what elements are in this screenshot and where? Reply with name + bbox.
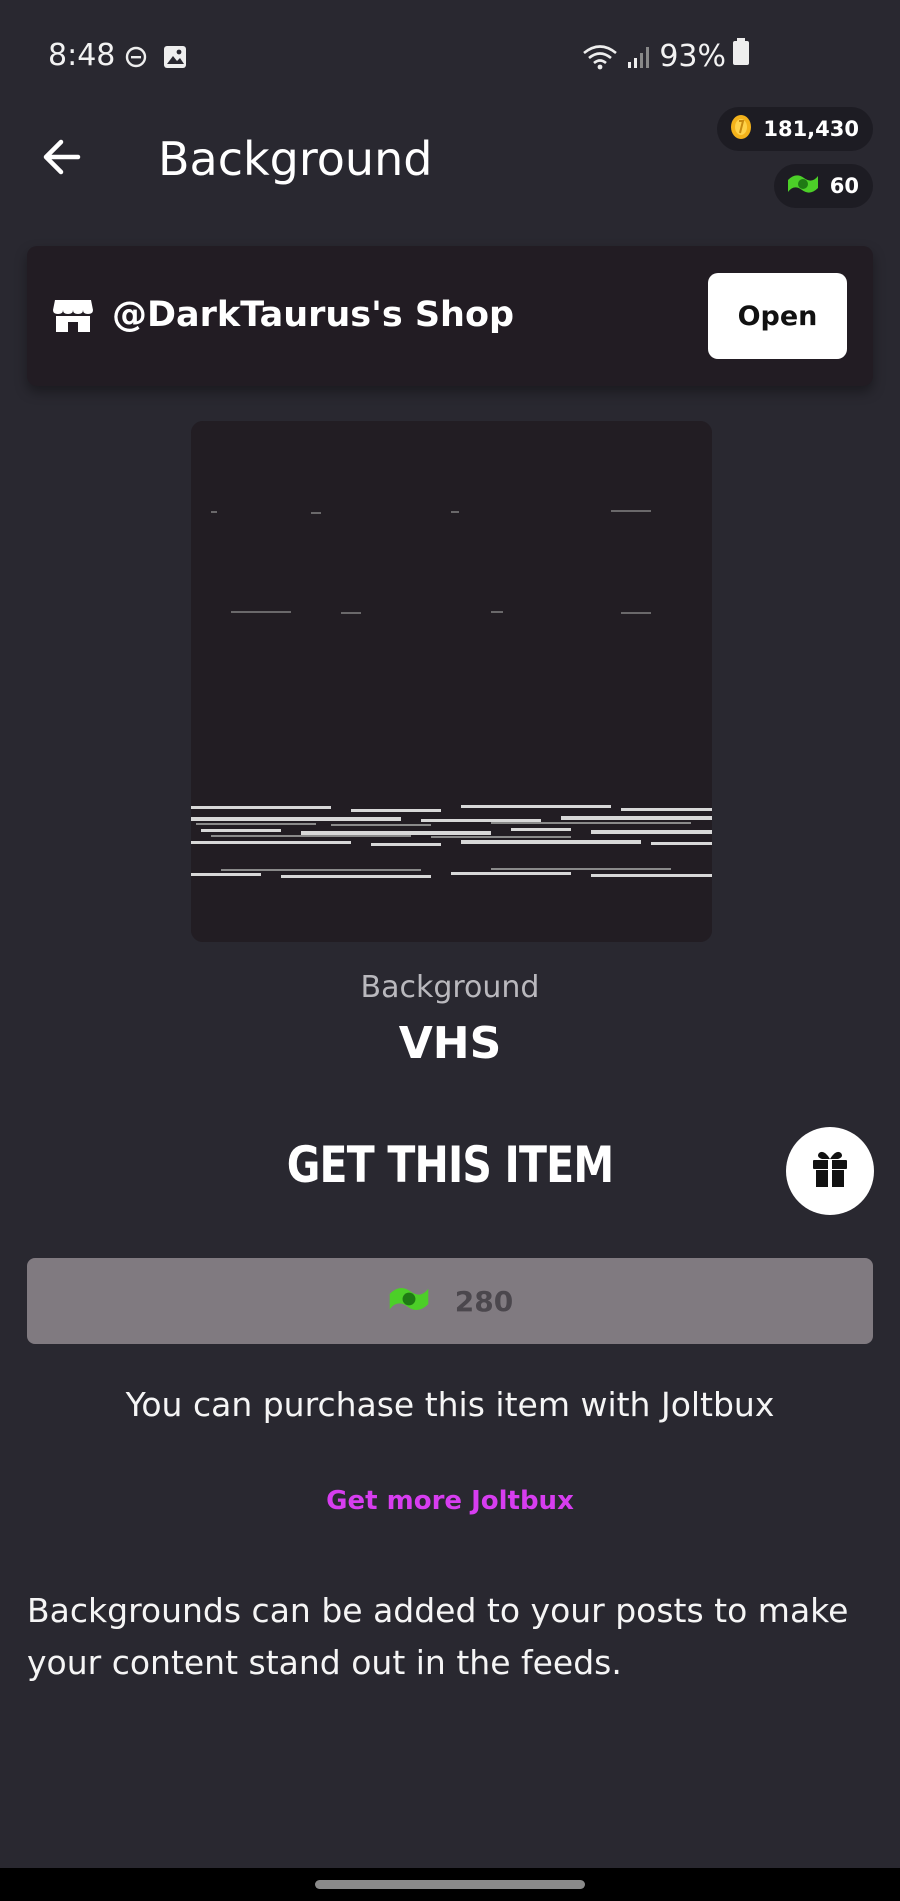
signal-icon — [626, 44, 654, 74]
get-item-heading: GET THIS ITEM — [286, 1136, 614, 1194]
battery-percent: 93% — [659, 38, 726, 74]
wifi-icon — [582, 44, 618, 74]
item-description: Backgrounds can be added to your posts t… — [27, 1591, 849, 1682]
shop-name: @DarkTaurus's Shop — [112, 295, 515, 335]
do-not-disturb-icon — [124, 45, 148, 73]
status-left-icons — [124, 44, 188, 74]
vhs-noise-image — [191, 421, 712, 942]
gallery-icon — [162, 44, 188, 74]
page-title: Background — [158, 132, 433, 186]
battery-icon — [732, 38, 750, 74]
coin-icon — [729, 114, 753, 145]
coin-balance[interactable]: 181,430 — [717, 107, 873, 151]
coin-count: 181,430 — [763, 117, 859, 141]
joltbux-count: 60 — [829, 174, 859, 198]
item-type: Background — [360, 970, 540, 1005]
joltbux-icon — [786, 170, 820, 203]
open-shop-button[interactable]: Open — [708, 273, 847, 359]
arrow-left-icon — [41, 139, 81, 179]
get-more-joltbux-link[interactable]: Get more Joltbux — [0, 1486, 900, 1516]
item-preview — [191, 421, 712, 942]
status-time: 8:48 — [48, 38, 116, 73]
joltbux-icon — [387, 1281, 431, 1321]
gift-icon — [810, 1149, 850, 1193]
status-right-icons — [582, 44, 654, 74]
item-name: VHS — [398, 1018, 502, 1069]
home-gesture-handle[interactable] — [315, 1880, 585, 1889]
joltbux-balance[interactable]: 60 — [773, 164, 873, 208]
purchase-info: You can purchase this item with Joltbux — [125, 1385, 775, 1424]
back-button[interactable] — [36, 134, 86, 184]
battery-status: 93% — [659, 38, 750, 74]
item-price: 280 — [454, 1284, 514, 1318]
shop-icon — [52, 298, 94, 338]
buy-with-joltbux-button[interactable]: 280 — [27, 1258, 873, 1344]
gift-button[interactable] — [786, 1127, 874, 1215]
